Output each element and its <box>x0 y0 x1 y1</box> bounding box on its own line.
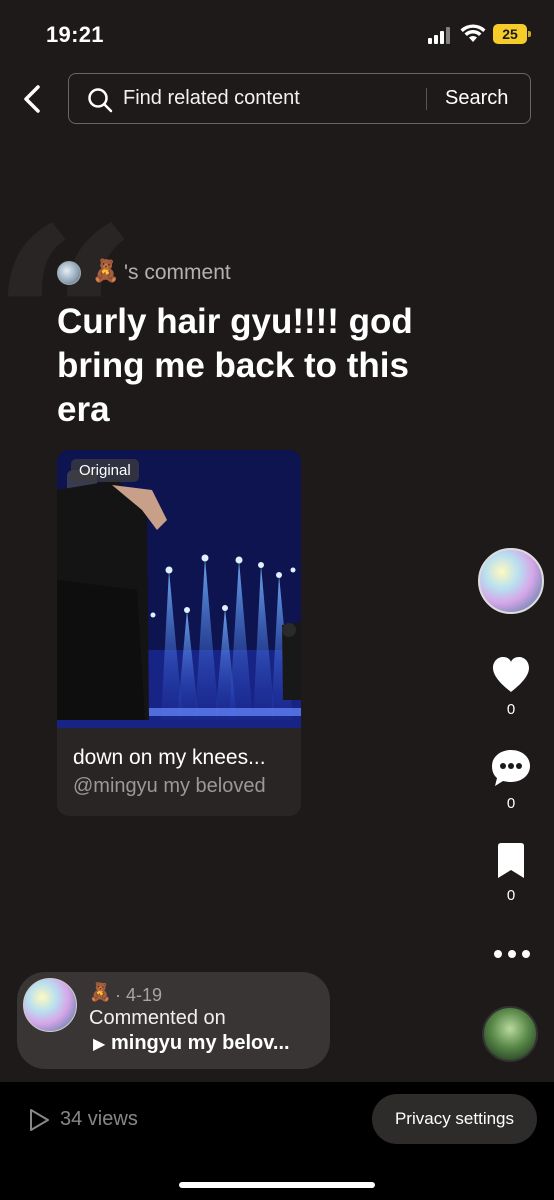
search-divider <box>426 88 427 110</box>
bookmark-icon <box>498 843 524 878</box>
comment-source-pill[interactable]: 🧸 · 4-19 Commented on ▶ mingyu my belov.… <box>17 972 330 1069</box>
commenter-avatar[interactable] <box>57 261 81 285</box>
battery-icon: 25 <box>493 24 531 44</box>
cellular-signal-icon <box>428 26 454 44</box>
search-input[interactable]: Find related content <box>123 87 300 110</box>
privacy-settings-button[interactable]: Privacy settings <box>372 1094 537 1144</box>
pill-date: · 4-19 <box>115 985 163 1005</box>
heart-icon <box>493 657 529 692</box>
search-button[interactable]: Search <box>445 87 508 110</box>
status-time: 19:21 <box>46 22 104 47</box>
video-thumbnail[interactable]: Original <box>57 450 301 728</box>
play-outline-icon <box>30 1109 49 1131</box>
pill-commented-on: Commented on <box>89 1007 226 1029</box>
search-bar[interactable]: Find related content Search <box>68 73 531 124</box>
pill-avatar <box>23 978 77 1032</box>
more-options-icon[interactable] <box>492 946 532 962</box>
commenter-name-emoji[interactable]: 🧸 <box>92 258 119 284</box>
video-card[interactable]: Original down on my knees... @mingyu my … <box>57 450 301 816</box>
pill-user-emoji: 🧸 <box>89 982 112 1002</box>
play-icon: ▶ <box>93 1036 106 1053</box>
home-indicator[interactable] <box>179 1182 375 1188</box>
creator-avatar[interactable] <box>478 548 544 614</box>
original-tag: Original <box>71 459 139 482</box>
comment-count: 0 <box>506 795 516 812</box>
like-count: 0 <box>506 701 516 718</box>
video-author[interactable]: @mingyu my beloved <box>73 775 266 798</box>
footer-bar: 34 views Privacy settings <box>0 1082 554 1200</box>
save-count: 0 <box>506 887 516 904</box>
search-icon <box>88 88 113 113</box>
wifi-icon <box>460 24 486 42</box>
music-disc-avatar[interactable] <box>482 1006 538 1062</box>
like-button[interactable]: 0 <box>484 656 538 718</box>
comment-bubble-icon <box>492 750 530 786</box>
concert-scene-image <box>57 450 301 728</box>
comment-button[interactable]: 0 <box>484 748 538 812</box>
comment-label: 's comment <box>124 261 231 284</box>
views-count: 34 views <box>60 1108 138 1130</box>
video-title[interactable]: down on my knees... <box>73 746 266 770</box>
back-arrow-icon[interactable] <box>18 82 48 116</box>
comment-text: Curly hair gyu!!!! god bring me back to … <box>57 302 413 429</box>
save-button[interactable]: 0 <box>484 842 538 904</box>
status-bar: 19:21 25 <box>0 0 554 70</box>
pill-video-title[interactable]: mingyu my belov... <box>111 1032 290 1055</box>
